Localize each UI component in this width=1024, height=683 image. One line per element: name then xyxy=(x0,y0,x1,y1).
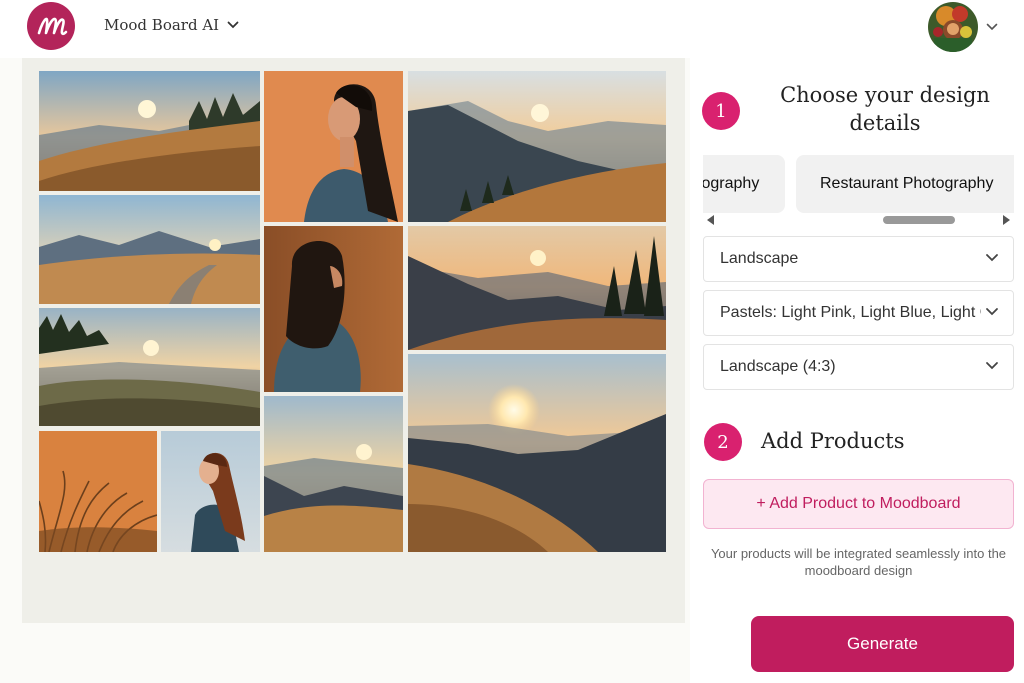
app-switcher[interactable]: Mood Board AI xyxy=(104,15,239,35)
aspect-ratio-select[interactable]: Landscape (4:3) xyxy=(703,344,1014,390)
top-bar: Mood Board AI xyxy=(0,0,1024,58)
woman-back-photo xyxy=(264,226,403,392)
logo-m-icon xyxy=(37,17,68,36)
step-number: 2 xyxy=(704,423,742,461)
app-logo[interactable] xyxy=(27,2,75,50)
style-chip-row[interactable]: Product Photography Restaurant Photograp… xyxy=(703,155,1014,213)
forest-ridge-sunset-photo xyxy=(408,226,666,350)
chevron-down-icon xyxy=(986,308,998,316)
chevron-down-icon xyxy=(986,254,998,262)
grass-hill-sunset-photo xyxy=(39,308,260,426)
step-title: Choose your design details xyxy=(780,83,990,135)
scroll-thumb[interactable] xyxy=(883,216,955,224)
woman-long-hair-photo xyxy=(161,431,260,552)
woman-profile-photo xyxy=(264,71,403,222)
avatar xyxy=(928,2,978,52)
add-product-button[interactable]: + Add Product to Moodboard xyxy=(703,479,1014,529)
palette-select[interactable]: Pastels: Light Pink, Light Blue, Light G… xyxy=(703,290,1014,336)
style-chip[interactable]: Product Photography xyxy=(703,155,785,213)
chevron-down-icon xyxy=(227,21,239,29)
chevron-down-icon xyxy=(986,362,998,370)
mountain-path-photo xyxy=(39,195,260,304)
generate-button[interactable]: Generate xyxy=(751,616,1014,672)
moodboard-canvas xyxy=(22,58,685,623)
step-title: Add Products xyxy=(761,429,905,453)
chevron-down-icon xyxy=(986,23,998,31)
helper-text: Your products will be integrated seamles… xyxy=(710,546,1007,578)
dry-grass-photo xyxy=(39,431,157,552)
app-name: Mood Board AI xyxy=(104,16,220,34)
chip-scrollbar[interactable] xyxy=(703,213,1014,227)
style-chip[interactable]: Restaurant Photography xyxy=(796,155,1014,213)
scroll-left-icon[interactable] xyxy=(707,215,714,225)
valley-sun-photo xyxy=(264,396,403,552)
sunset-meadow-photo xyxy=(39,71,260,191)
user-menu[interactable] xyxy=(928,2,998,52)
mountain-valley-sunset-photo xyxy=(408,71,666,222)
orientation-select[interactable]: Landscape xyxy=(703,236,1014,282)
scroll-right-icon[interactable] xyxy=(1003,215,1010,225)
big-sun-mountain-photo xyxy=(408,354,666,552)
step-number: 1 xyxy=(702,92,740,130)
